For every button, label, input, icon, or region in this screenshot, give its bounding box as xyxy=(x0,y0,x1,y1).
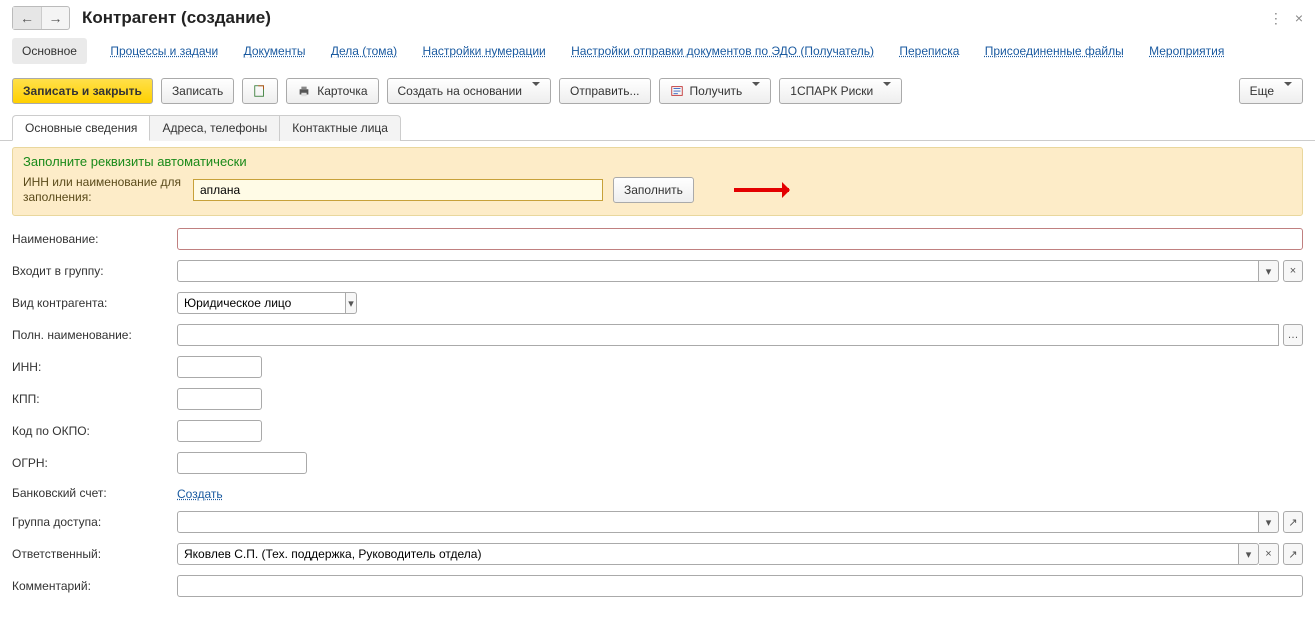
spark-button[interactable]: 1СПАРК Риски xyxy=(779,78,902,104)
create-from-label: Создать на основании xyxy=(398,84,523,98)
nav-back-button[interactable]: ← xyxy=(13,7,41,29)
receive-icon xyxy=(670,84,684,98)
navlink-documents[interactable]: Документы xyxy=(242,38,308,64)
receive-label: Получить xyxy=(690,84,743,98)
autofill-panel: Заполните реквизиты автоматически ИНН ил… xyxy=(12,147,1303,216)
save-button[interactable]: Записать xyxy=(161,78,234,104)
autofill-input[interactable] xyxy=(193,179,603,201)
create-from-button[interactable]: Создать на основании xyxy=(387,78,552,104)
okpo-input[interactable] xyxy=(177,420,262,442)
chevron-down-icon xyxy=(879,84,891,98)
save-close-button[interactable]: Записать и закрыть xyxy=(12,78,153,104)
type-label: Вид контрагента: xyxy=(12,296,177,310)
tab-contacts[interactable]: Контактные лица xyxy=(280,115,401,141)
okpo-label: Код по ОКПО: xyxy=(12,424,177,438)
ogrn-input[interactable] xyxy=(177,452,307,474)
tab-addresses[interactable]: Адреса, телефоны xyxy=(150,115,280,141)
fullname-input[interactable] xyxy=(177,324,1279,346)
inn-input[interactable] xyxy=(177,356,262,378)
autofill-button[interactable]: Заполнить xyxy=(613,177,694,203)
tab-main-info[interactable]: Основные сведения xyxy=(12,115,150,141)
arrow-annotation xyxy=(734,183,804,197)
navlink-events[interactable]: Мероприятия xyxy=(1147,38,1226,64)
chevron-down-icon xyxy=(528,84,540,98)
bank-create-link[interactable]: Создать xyxy=(177,484,223,501)
accessgrp-input[interactable] xyxy=(177,511,1259,533)
name-label: Наименование: xyxy=(12,232,177,246)
section-links: Основное Процессы и задачи Документы Дел… xyxy=(0,32,1315,74)
send-button[interactable]: Отправить... xyxy=(559,78,651,104)
type-select[interactable] xyxy=(177,292,346,314)
card-button-label: Карточка xyxy=(317,84,367,98)
group-input[interactable] xyxy=(177,260,1259,282)
type-dropdown-button[interactable]: ▾ xyxy=(346,292,357,314)
kpp-input[interactable] xyxy=(177,388,262,410)
group-label: Входит в группу: xyxy=(12,264,177,278)
responsible-open-button[interactable]: ↗ xyxy=(1283,543,1303,565)
comment-input[interactable] xyxy=(177,575,1303,597)
page-title: Контрагент (создание) xyxy=(82,8,1269,28)
attachment-button[interactable] xyxy=(242,78,278,104)
chevron-down-icon xyxy=(748,84,760,98)
fullname-more-button[interactable]: … xyxy=(1283,324,1303,346)
printer-icon xyxy=(297,84,311,98)
responsible-dropdown-button[interactable]: ▾ xyxy=(1239,543,1259,565)
group-clear-button[interactable]: × xyxy=(1283,260,1303,282)
accessgrp-label: Группа доступа: xyxy=(12,515,177,529)
form-area: Наименование: Входит в группу: ▾ × Вид к… xyxy=(0,224,1315,619)
more-label: Еще xyxy=(1250,84,1274,98)
responsible-input[interactable] xyxy=(177,543,1239,565)
navlink-numbering[interactable]: Настройки нумерации xyxy=(421,38,548,64)
card-button[interactable]: Карточка xyxy=(286,78,378,104)
fullname-label: Полн. наименование: xyxy=(12,328,177,342)
close-icon[interactable]: × xyxy=(1295,10,1303,26)
attachment-icon xyxy=(253,84,267,98)
navlink-edo[interactable]: Настройки отправки документов по ЭДО (По… xyxy=(569,38,876,64)
kpp-label: КПП: xyxy=(12,392,177,406)
autofill-label: ИНН или наименование для заполнения: xyxy=(23,175,183,205)
group-dropdown-button[interactable]: ▾ xyxy=(1259,260,1279,282)
autofill-title: Заполните реквизиты автоматически xyxy=(23,154,1292,169)
nav-history: ← → xyxy=(12,6,70,30)
nav-forward-button[interactable]: → xyxy=(41,7,69,29)
navlink-cases[interactable]: Дела (тома) xyxy=(329,38,399,64)
toolbar: Записать и закрыть Записать Карточка Соз… xyxy=(0,74,1315,114)
ogrn-label: ОГРН: xyxy=(12,456,177,470)
responsible-clear-button[interactable]: × xyxy=(1259,543,1279,565)
spark-label: 1СПАРК Риски xyxy=(790,84,873,98)
navlink-files[interactable]: Присоединенные файлы xyxy=(983,38,1126,64)
accessgrp-open-button[interactable]: ↗ xyxy=(1283,511,1303,533)
comment-label: Комментарий: xyxy=(12,579,177,593)
chevron-down-icon xyxy=(1280,84,1292,98)
navlink-main[interactable]: Основное xyxy=(12,38,87,64)
receive-button[interactable]: Получить xyxy=(659,78,772,104)
navlink-correspondence[interactable]: Переписка xyxy=(897,38,961,64)
inn-label: ИНН: xyxy=(12,360,177,374)
accessgrp-dropdown-button[interactable]: ▾ xyxy=(1259,511,1279,533)
more-button[interactable]: Еще xyxy=(1239,78,1303,104)
responsible-label: Ответственный: xyxy=(12,547,177,561)
bank-label: Банковский счет: xyxy=(12,486,177,500)
navlink-processes[interactable]: Процессы и задачи xyxy=(108,38,220,64)
tabs: Основные сведения Адреса, телефоны Конта… xyxy=(0,114,1315,141)
kebab-icon[interactable]: ⋮ xyxy=(1269,10,1283,27)
name-input[interactable] xyxy=(177,228,1303,250)
